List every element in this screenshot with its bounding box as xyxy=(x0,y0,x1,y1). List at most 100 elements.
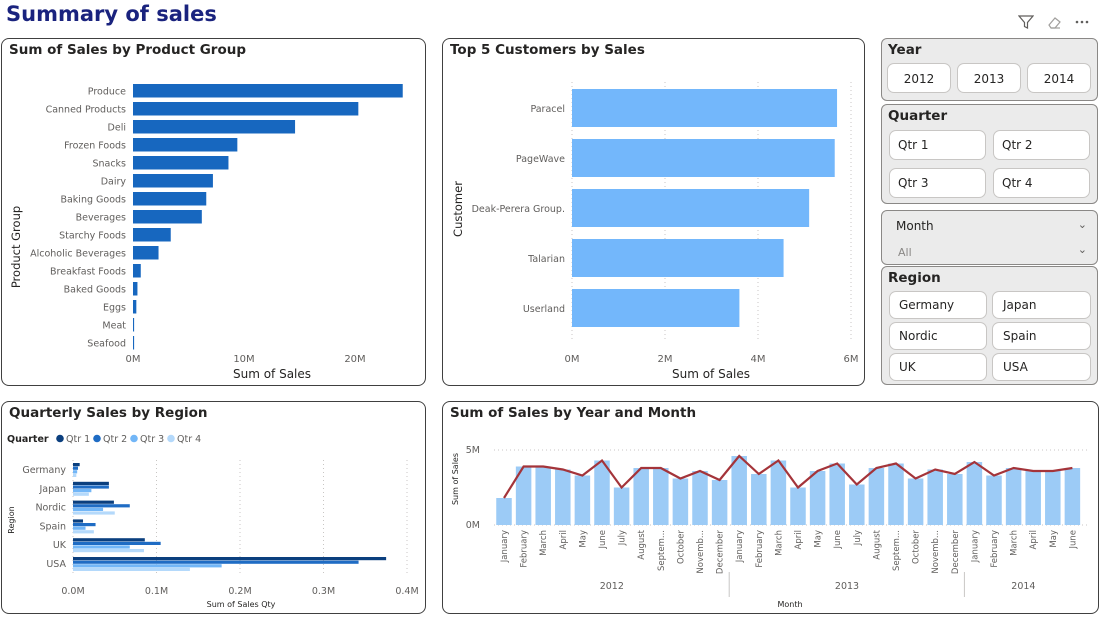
category-label: Meat xyxy=(102,321,126,332)
bar xyxy=(73,549,144,553)
y-tick-label: 0M xyxy=(466,520,480,531)
year-label: 2012 xyxy=(600,581,624,592)
month-label: March xyxy=(539,530,549,556)
year-month-visual[interactable]: Sum of Sales by Year and Month 0M 5M Janua… xyxy=(442,401,1099,614)
bar xyxy=(133,120,296,134)
month-label: October xyxy=(912,530,922,565)
chevron-down-icon[interactable]: ⌄ xyxy=(1078,243,1087,256)
product-group-visual[interactable]: Sum of Sales by Product Group 0M 10M 20M Pr… xyxy=(1,38,426,386)
bar xyxy=(73,526,86,530)
bar xyxy=(535,466,551,525)
category-label: Talarian xyxy=(527,254,565,265)
region-option-uk[interactable]: UK xyxy=(889,353,987,381)
month-label: July xyxy=(853,530,863,546)
x-axis-title: Sum of Sales xyxy=(233,367,311,381)
month-label: February xyxy=(755,530,765,568)
bar xyxy=(73,519,84,523)
bar xyxy=(133,138,238,152)
legend-marker xyxy=(130,434,138,443)
x-tick-label: 4M xyxy=(751,354,766,365)
bar xyxy=(572,139,835,177)
slicer-title: Region xyxy=(888,270,941,286)
bar xyxy=(574,475,591,525)
region-option-spain[interactable]: Spain xyxy=(992,322,1091,350)
bar xyxy=(73,538,145,542)
bar xyxy=(633,468,649,525)
month-label: Novemb... xyxy=(696,530,706,574)
month-label: March xyxy=(1010,530,1020,556)
bar xyxy=(73,545,130,549)
bar xyxy=(73,481,109,485)
bar xyxy=(73,500,114,504)
bar xyxy=(133,318,135,332)
x-axis-title: Sum of Sales xyxy=(672,367,750,381)
quarter-option-qtr3[interactable]: Qtr 3 xyxy=(889,168,986,198)
bar xyxy=(133,84,403,98)
region-option-nordic[interactable]: Nordic xyxy=(889,322,987,350)
chevron-down-icon[interactable]: ⌄ xyxy=(1078,218,1087,231)
region-option-germany[interactable]: Germany xyxy=(889,291,987,319)
region-slicer: Region Germany Japan Nordic Spain UK USA xyxy=(881,266,1098,385)
category-label: Starchy Foods xyxy=(59,231,126,242)
bar xyxy=(73,489,92,493)
quarter-option-qtr2[interactable]: Qtr 2 xyxy=(993,130,1090,160)
month-label: February xyxy=(520,530,530,568)
year-option-2012[interactable]: 2012 xyxy=(887,63,951,93)
bar xyxy=(133,228,171,242)
page-title: Summary of sales xyxy=(6,2,217,26)
month-label: January xyxy=(500,530,510,563)
year-option-2013[interactable]: 2013 xyxy=(957,63,1021,93)
more-icon[interactable] xyxy=(1074,14,1090,34)
bar xyxy=(868,468,885,525)
month-dropdown-value[interactable]: All xyxy=(898,246,912,259)
month-slicer[interactable]: Month ⌄ All ⌄ xyxy=(881,210,1098,265)
legend-marker xyxy=(56,434,64,443)
category-label: Nordic xyxy=(35,503,66,514)
bar xyxy=(907,478,924,525)
bar xyxy=(73,567,190,571)
top-customers-visual[interactable]: Top 5 Customers by Sales 0M 2M 4M 6M Paracel… xyxy=(442,38,865,386)
legend-label: Qtr 1 xyxy=(66,434,90,445)
quarterly-region-visual[interactable]: Quarterly Sales by Region Quarter Qtr 1 Qt… xyxy=(1,401,426,614)
x-tick-label: 6M xyxy=(844,354,859,365)
bar xyxy=(73,564,222,568)
y-tick-label: 5M xyxy=(466,445,480,456)
category-label: Japan xyxy=(39,484,67,495)
category-label: PageWave xyxy=(516,154,565,165)
x-tick-label: 10M xyxy=(233,354,254,365)
region-option-japan[interactable]: Japan xyxy=(992,291,1091,319)
year-label: 2014 xyxy=(1011,581,1035,592)
bar xyxy=(73,511,115,515)
category-label: Produce xyxy=(88,87,126,98)
quarter-option-qtr4[interactable]: Qtr 4 xyxy=(993,168,1090,198)
bar xyxy=(1005,468,1022,525)
bar xyxy=(947,474,963,525)
legend-marker xyxy=(167,434,175,443)
bar xyxy=(927,469,943,525)
bar xyxy=(770,460,787,525)
bar xyxy=(133,210,202,224)
month-label: January xyxy=(970,530,980,563)
y-axis-title: Product Group xyxy=(9,206,23,288)
bar xyxy=(1064,468,1081,525)
category-label: Breakfast Foods xyxy=(50,267,126,278)
year-option-2014[interactable]: 2014 xyxy=(1027,63,1091,93)
bar xyxy=(133,336,135,350)
bar xyxy=(594,460,610,525)
x-tick-label: 0M xyxy=(565,354,580,365)
eraser-icon[interactable] xyxy=(1046,14,1062,34)
month-label: June xyxy=(1068,530,1078,550)
quarter-option-qtr1[interactable]: Qtr 1 xyxy=(889,130,986,160)
category-label: Userland xyxy=(523,304,565,315)
y-axis-title: Region xyxy=(7,506,16,533)
category-label: Deli xyxy=(108,123,126,134)
bar xyxy=(572,289,740,327)
region-option-usa[interactable]: USA xyxy=(992,353,1091,381)
bar xyxy=(133,102,359,116)
bar xyxy=(133,156,229,170)
filter-icon[interactable] xyxy=(1017,14,1035,34)
bar xyxy=(555,469,571,525)
category-label: Snacks xyxy=(92,159,126,170)
product-group-chart: 0M 10M 20M Produce Canned Products Deli Frozen… xyxy=(9,84,403,381)
bar xyxy=(73,504,130,508)
